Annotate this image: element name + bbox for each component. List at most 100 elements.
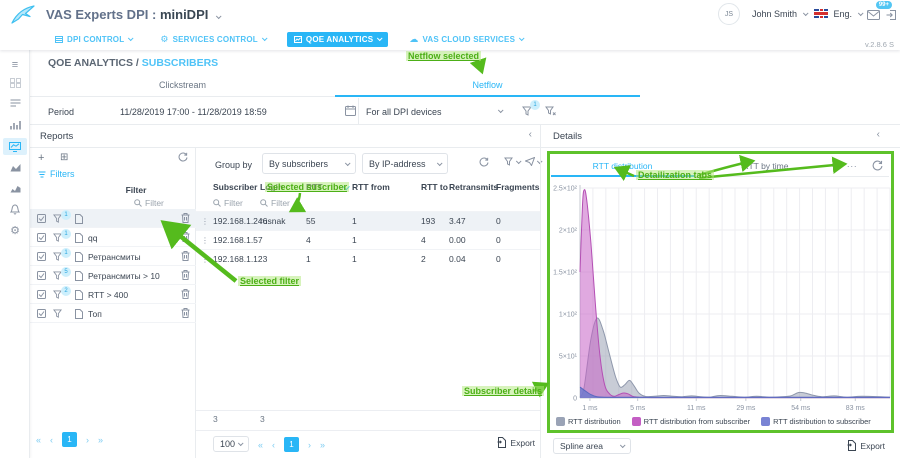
table-row[interactable]: ⋮ 192.168.1.123 1 1 2 0.04 0 — [196, 249, 540, 268]
group-by-ip-select[interactable]: By IP-address — [362, 153, 448, 174]
col-rtt-from[interactable]: RTT from — [352, 182, 421, 192]
svg-text:29 ms: 29 ms — [736, 405, 756, 412]
refresh-chart-icon[interactable] — [872, 160, 883, 171]
collapse-reports-icon[interactable]: ‹ — [529, 129, 532, 140]
filter-list-item[interactable]: 1 — [30, 209, 196, 228]
login-filter-input[interactable]: Filter — [260, 198, 290, 208]
kebab-icon[interactable]: ⋮ — [196, 236, 213, 245]
current-page[interactable]: 1 — [62, 432, 77, 447]
legend-item[interactable]: RTT distribution to subscriber — [761, 417, 871, 426]
checkbox-icon[interactable] — [37, 271, 46, 280]
refresh-table-icon[interactable] — [479, 157, 489, 167]
delete-icon[interactable] — [181, 251, 190, 261]
checkbox-icon[interactable] — [37, 233, 46, 242]
user-menu[interactable]: John Smith — [752, 9, 797, 19]
sidebar-bar-chart-icon[interactable] — [3, 116, 27, 133]
delete-icon[interactable] — [181, 289, 190, 299]
legend-label: RTT distribution to subscriber — [773, 417, 871, 426]
next-page-button[interactable]: › — [308, 440, 311, 450]
filter-list-item[interactable]: 1 qq — [30, 228, 196, 247]
page-size-select[interactable]: 100 — [213, 436, 249, 452]
nav-vas-cloud-services[interactable]: ☁ VAS CLOUD SERVICES — [402, 31, 530, 48]
tab-clickstream[interactable]: Clickstream — [30, 76, 335, 96]
first-page-button[interactable]: « — [36, 435, 41, 445]
subscriber-filter-input[interactable]: Filter — [213, 198, 243, 208]
period-row: Period 11/28/2019 17:00 - 11/28/2019 18:… — [30, 98, 900, 125]
add-group-button[interactable]: ⊞ — [60, 152, 68, 163]
last-page-button[interactable]: » — [320, 440, 325, 450]
table-row[interactable]: ⋮ 192.168.1.57 4 1 4 0.00 0 — [196, 230, 540, 249]
filters-section-label[interactable]: Filters — [38, 169, 75, 179]
sidebar-dashboard-icon[interactable] — [3, 74, 27, 91]
sidebar-reports-icon[interactable] — [3, 95, 27, 112]
chevron-down-icon[interactable] — [516, 158, 522, 164]
prev-page-button[interactable]: ‹ — [272, 440, 275, 450]
checkbox-icon[interactable] — [37, 290, 46, 299]
document-icon — [75, 271, 83, 281]
filter-column-header[interactable]: Filter — [86, 185, 186, 195]
col-retransmits[interactable]: Retransmits — [449, 182, 496, 192]
sidebar-gear-icon[interactable]: ⚙ — [3, 222, 27, 239]
filter-list-item[interactable]: 5 Ретрансмиты > 10 — [30, 266, 196, 285]
filter-funnel-icon[interactable] — [53, 309, 62, 318]
prev-page-button[interactable]: ‹ — [50, 435, 53, 445]
col-rtt-to[interactable]: RTT to — [421, 182, 449, 192]
table-export-button[interactable]: Export — [497, 437, 535, 448]
cell-rtt-to: 4 — [421, 235, 449, 245]
last-page-button[interactable]: » — [98, 435, 103, 445]
nav-qoe-analytics[interactable]: QOE ANALYTICS — [287, 32, 388, 47]
delete-icon[interactable] — [181, 213, 190, 223]
logout-icon[interactable] — [886, 10, 897, 20]
cell-fragments: 0 — [496, 235, 536, 245]
nav-dpi-control[interactable]: DPI CONTROL — [48, 32, 139, 47]
chevron-down-icon — [858, 10, 864, 16]
kebab-icon[interactable]: ⋮ — [196, 255, 213, 264]
current-page[interactable]: 1 — [284, 437, 299, 452]
messages-icon[interactable] — [867, 10, 880, 20]
share-menu-icon[interactable] — [525, 157, 535, 166]
next-page-button[interactable]: › — [86, 435, 89, 445]
filter-search-input[interactable]: Filter — [134, 198, 164, 208]
menu-icon[interactable]: ≡ — [3, 56, 27, 73]
calendar-icon[interactable] — [345, 105, 356, 116]
nav-services-control[interactable]: ⚙ SERVICES CONTROL — [153, 31, 273, 48]
dpi-devices-select[interactable]: For all DPI devices — [366, 107, 442, 117]
add-filter-button[interactable]: + — [38, 152, 44, 164]
sidebar-bell-icon[interactable] — [3, 201, 27, 218]
report-tabs: Clickstream Netflow — [30, 76, 640, 97]
tab-netflow[interactable]: Netflow — [335, 76, 640, 96]
refresh-filters-icon[interactable] — [178, 152, 188, 162]
table-row[interactable]: ⋮ 192.168.1.246 rusnak 55 1 193 3.47 0 — [196, 211, 540, 230]
delete-icon[interactable] — [181, 232, 190, 242]
sidebar-stats-icon[interactable] — [3, 180, 27, 197]
col-subscriber[interactable]: Subscriber — [213, 182, 260, 192]
filter-list-item[interactable]: 2 RTT > 400 — [30, 285, 196, 304]
delete-icon[interactable] — [181, 308, 190, 318]
more-tabs-button[interactable]: ... — [847, 159, 858, 169]
language-menu[interactable]: Eng. — [833, 9, 852, 19]
kebab-icon[interactable]: ⋮ — [196, 217, 213, 226]
delete-icon[interactable] — [181, 270, 190, 280]
sidebar-qoe-monitor-icon[interactable] — [3, 138, 27, 155]
period-input[interactable]: 11/28/2019 17:00 - 11/28/2019 18:59 — [120, 107, 267, 117]
app-title[interactable]: VAS Experts DPI : miniDPI — [46, 7, 220, 22]
tab-rtt-by-time[interactable]: RTT by time — [694, 156, 837, 176]
checkbox-icon[interactable] — [37, 214, 46, 223]
reset-filter-icon[interactable] — [545, 106, 556, 116]
group-by-select[interactable]: By subscribers — [262, 153, 356, 174]
filter-list-item[interactable]: Топ — [30, 304, 196, 323]
chart-type-select[interactable]: Spline area — [553, 438, 631, 454]
divider — [358, 98, 359, 125]
column-filter-menu-icon[interactable] — [504, 157, 513, 166]
chart-export-button[interactable]: Export — [847, 440, 885, 451]
sidebar-area-chart-icon[interactable] — [3, 159, 27, 176]
first-page-button[interactable]: « — [258, 440, 263, 450]
legend-item[interactable]: RTT distribution — [556, 417, 621, 426]
avatar[interactable]: JS — [718, 3, 740, 25]
checkbox-icon[interactable] — [37, 309, 46, 318]
legend-item[interactable]: RTT distribution from subscriber — [632, 417, 750, 426]
filter-list-item[interactable]: 1 Ретрансмиты — [30, 247, 196, 266]
checkbox-icon[interactable] — [37, 252, 46, 261]
col-fragments[interactable]: Fragments — [496, 182, 536, 192]
breadcrumb-section[interactable]: QOE ANALYTICS — [48, 57, 133, 69]
